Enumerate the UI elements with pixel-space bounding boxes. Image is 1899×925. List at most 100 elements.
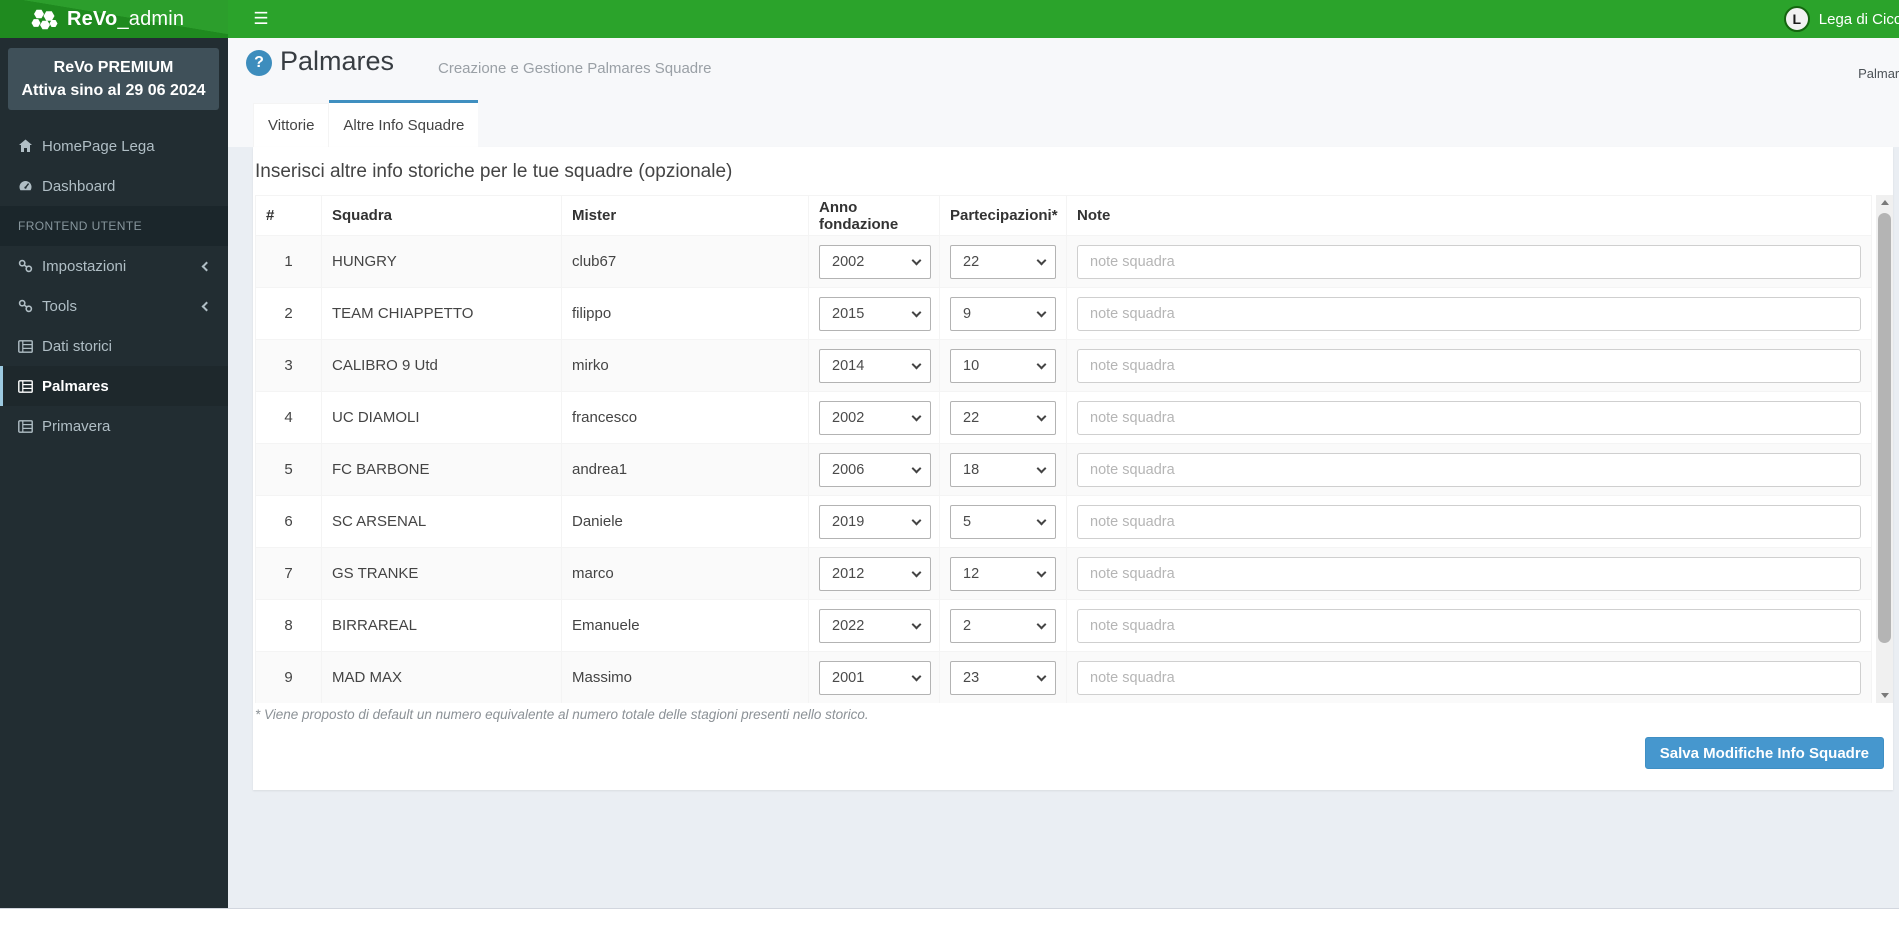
chevron-left-icon (202, 301, 212, 311)
sidebar-item-primavera[interactable]: Primavera (0, 406, 228, 446)
user-name: Lega di Ciccio (1819, 11, 1899, 28)
partecipazioni-select[interactable]: 2 (950, 609, 1056, 643)
row-number: 6 (256, 496, 322, 548)
note-input[interactable] (1077, 401, 1861, 435)
sidebar-item-label: Impostazioni (42, 258, 126, 275)
sidebar-item-tools[interactable]: Tools (0, 286, 228, 326)
note-input[interactable] (1077, 349, 1861, 383)
section-heading: Inserisci altre info storiche per le tue… (255, 161, 732, 183)
sidebar-item-label: Tools (42, 298, 77, 315)
anno-fondazione-select[interactable]: 2002 (819, 401, 931, 435)
tab-bar: Vittorie Altre Info Squadre (253, 100, 478, 147)
note-input[interactable] (1077, 505, 1861, 539)
premium-line2: Attiva sino al 29 06 2024 (14, 79, 213, 102)
tab-altre-info-squadre[interactable]: Altre Info Squadre (329, 100, 478, 147)
mister-cell: Daniele (562, 496, 809, 548)
content-header (228, 38, 1899, 147)
home-icon (18, 139, 33, 153)
col-header-note: Note (1067, 196, 1872, 236)
footnote: * Viene proposto di default un numero eq… (255, 707, 869, 722)
sidebar-item-label: Palmares (42, 378, 109, 395)
scrollbar-thumb[interactable] (1878, 213, 1891, 643)
table-scrollbar[interactable] (1876, 195, 1893, 703)
sidebar-item-dati-storici[interactable]: Dati storici (0, 326, 228, 366)
note-input[interactable] (1077, 557, 1861, 591)
scroll-down-arrow-icon[interactable] (1876, 688, 1893, 703)
hexagons-logo-icon (30, 8, 59, 31)
main-content: ? Palmares Creazione e Gestione Palmares… (228, 38, 1899, 908)
anno-fondazione-select[interactable]: 2014 (819, 349, 931, 383)
avatar: L (1784, 6, 1810, 32)
anno-fondazione-select[interactable]: 2012 (819, 557, 931, 591)
table-row: 9MAD MAXMassimo200123 (256, 652, 1872, 704)
brand-logo[interactable]: ReVo_admin (0, 0, 228, 38)
sidebar-item-impostazioni[interactable]: Impostazioni (0, 246, 228, 286)
squadra-cell: FC BARBONE (322, 444, 562, 496)
table-row: 3CALIBRO 9 Utdmirko201410 (256, 340, 1872, 392)
sidebar-menu: HomePage Lega Dashboard FRONTEND UTENTE Imp… (0, 126, 228, 446)
tab-vittorie[interactable]: Vittorie (253, 103, 329, 147)
scroll-up-arrow-icon[interactable] (1876, 195, 1893, 210)
sidebar: ReVo PREMIUM Attiva sino al 29 06 2024 H… (0, 38, 228, 908)
partecipazioni-select[interactable]: 22 (950, 401, 1056, 435)
sidebar-item-label: Dati storici (42, 338, 112, 355)
partecipazioni-select[interactable]: 5 (950, 505, 1056, 539)
save-info-squadre-button[interactable]: Salva Modifiche Info Squadre (1645, 737, 1884, 769)
anno-fondazione-select[interactable]: 2001 (819, 661, 931, 695)
partecipazioni-select[interactable]: 23 (950, 661, 1056, 695)
mister-cell: mirko (562, 340, 809, 392)
note-input[interactable] (1077, 661, 1861, 695)
user-menu[interactable]: L Lega di Ciccio (1784, 0, 1899, 38)
link-icon (18, 259, 33, 273)
row-number: 9 (256, 652, 322, 704)
sidebar-toggle-menu-icon[interactable]: ☰ (244, 0, 278, 38)
sidebar-item-label: Primavera (42, 418, 110, 435)
sidebar-item-label: HomePage Lega (42, 138, 155, 155)
partecipazioni-select[interactable]: 9 (950, 297, 1056, 331)
col-header-anno-fondazione: Anno fondazione (809, 196, 940, 236)
tab-content-panel: Inserisci altre info storiche per le tue… (253, 147, 1893, 790)
row-number: 8 (256, 600, 322, 652)
brand-text: ReVo_admin (67, 8, 184, 31)
page-subtitle: Creazione e Gestione Palmares Squadre (438, 60, 712, 77)
note-input[interactable] (1077, 609, 1861, 643)
row-number: 7 (256, 548, 322, 600)
sidebar-item-homepage-lega[interactable]: HomePage Lega (0, 126, 228, 166)
squadra-cell: TEAM CHIAPPETTO (322, 288, 562, 340)
table-row: 8BIRRAREALEmanuele20222 (256, 600, 1872, 652)
sidebar-item-dashboard[interactable]: Dashboard (0, 166, 228, 206)
sidebar-section-header: FRONTEND UTENTE (0, 206, 228, 246)
table-row: 7GS TRANKEmarco201212 (256, 548, 1872, 600)
note-input[interactable] (1077, 297, 1861, 331)
anno-fondazione-select[interactable]: 2019 (819, 505, 931, 539)
anno-fondazione-select[interactable]: 2015 (819, 297, 931, 331)
squadra-cell: HUNGRY (322, 236, 562, 288)
squadre-info-table: # Squadra Mister Anno fondazione Parteci… (255, 195, 1872, 703)
partecipazioni-select[interactable]: 12 (950, 557, 1056, 591)
footer (0, 908, 1899, 925)
note-input[interactable] (1077, 245, 1861, 279)
squadra-cell: BIRRAREAL (322, 600, 562, 652)
premium-line1: ReVo PREMIUM (14, 56, 213, 79)
row-number: 5 (256, 444, 322, 496)
list-icon (18, 340, 33, 353)
note-input[interactable] (1077, 453, 1861, 487)
sidebar-item-label: Dashboard (42, 178, 115, 195)
squadra-cell: UC DIAMOLI (322, 392, 562, 444)
sidebar-item-palmares[interactable]: Palmares (0, 366, 228, 406)
squadra-cell: GS TRANKE (322, 548, 562, 600)
chevron-left-icon (202, 261, 212, 271)
squadra-cell: SC ARSENAL (322, 496, 562, 548)
anno-fondazione-select[interactable]: 2002 (819, 245, 931, 279)
anno-fondazione-select[interactable]: 2022 (819, 609, 931, 643)
breadcrumb[interactable]: Palmares (1858, 66, 1899, 81)
table-header-row: # Squadra Mister Anno fondazione Parteci… (256, 196, 1872, 236)
help-question-icon[interactable]: ? (246, 50, 272, 76)
partecipazioni-select[interactable]: 18 (950, 453, 1056, 487)
squadra-cell: MAD MAX (322, 652, 562, 704)
row-number: 1 (256, 236, 322, 288)
partecipazioni-select[interactable]: 10 (950, 349, 1056, 383)
anno-fondazione-select[interactable]: 2006 (819, 453, 931, 487)
row-number: 3 (256, 340, 322, 392)
partecipazioni-select[interactable]: 22 (950, 245, 1056, 279)
